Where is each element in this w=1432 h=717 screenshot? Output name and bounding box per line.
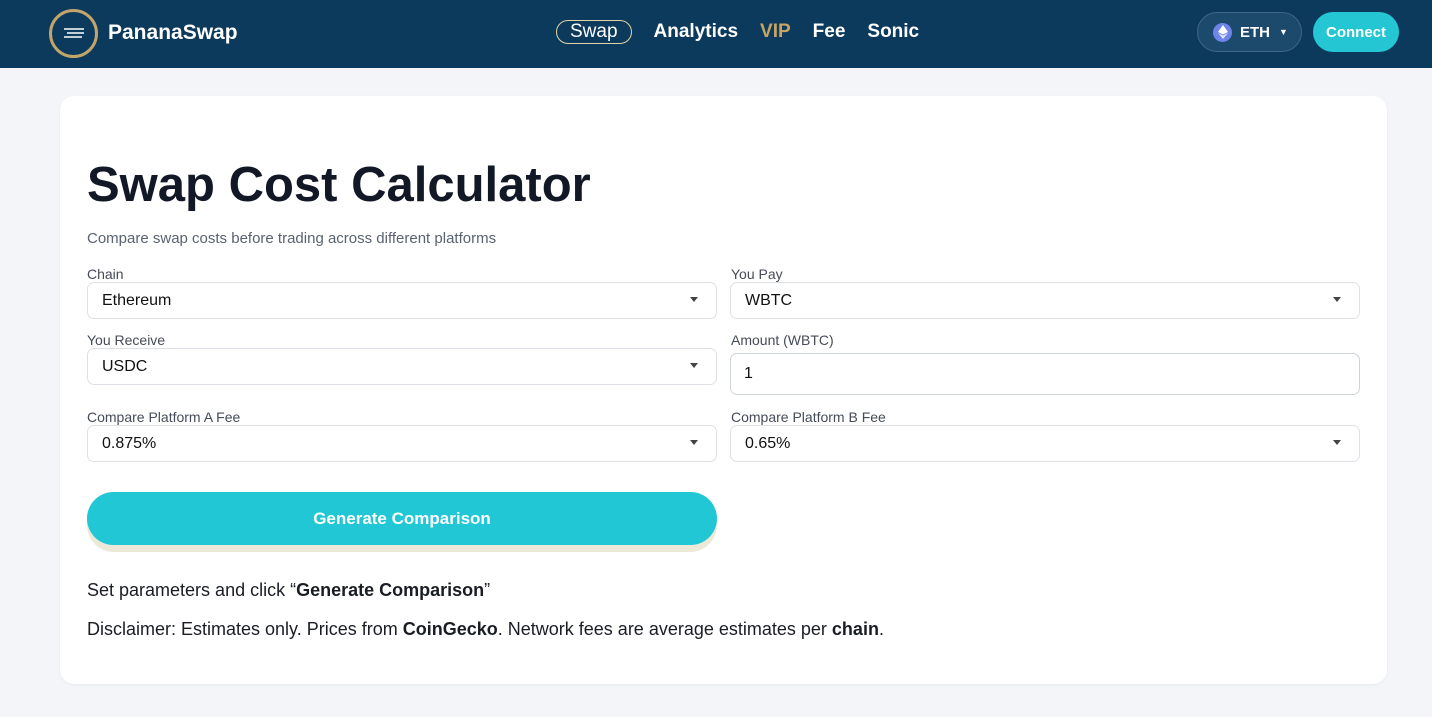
you-receive-select[interactable]: USDC [87, 348, 717, 385]
logo-icon [49, 8, 98, 58]
platform-b-fee-value: 0.65% [745, 434, 791, 452]
generate-comparison-button[interactable]: Generate Comparison [87, 492, 717, 545]
brand-name: PananaSwap [108, 21, 238, 44]
platform-b-fee-select[interactable]: 0.65% [730, 425, 1360, 462]
nav-swap[interactable]: Swap [556, 20, 632, 44]
main-nav: Swap Analytics VIP Fee Sonic [556, 19, 941, 45]
you-pay-label: You Pay [731, 266, 783, 282]
caret-down-icon: ▼ [1279, 27, 1288, 37]
you-pay-select[interactable]: WBTC [730, 282, 1360, 319]
nav-vip[interactable]: VIP [760, 21, 791, 43]
platform-a-fee-label: Compare Platform A Fee [87, 409, 241, 425]
disclaimer-part1: Disclaimer: Estimates only. Prices from [87, 619, 403, 639]
instruction-text: Set parameters and click “Generate Compa… [87, 580, 490, 601]
instruction-prefix: Set parameters and click “ [87, 580, 297, 600]
disclaimer-source: CoinGecko [402, 619, 498, 639]
platform-a-fee-select[interactable]: 0.875% [87, 425, 717, 462]
you-pay-value: WBTC [745, 291, 793, 309]
top-navbar: PananaSwap Swap Analytics VIP Fee Sonic … [0, 0, 1432, 68]
chain-value: Ethereum [102, 291, 172, 309]
chevron-down-icon [690, 363, 698, 368]
page-subtitle: Compare swap costs before trading across… [87, 230, 497, 247]
disclaimer-text: Disclaimer: Estimates only. Prices from … [87, 619, 884, 640]
platform-b-fee-label: Compare Platform B Fee [731, 409, 886, 425]
chain-label: Chain [87, 266, 124, 282]
disclaimer-chain-word: chain [831, 619, 879, 639]
chain-select[interactable]: Ethereum [87, 282, 717, 319]
chevron-down-icon [1333, 297, 1341, 302]
instruction-suffix: ” [484, 580, 491, 600]
brand-logo-link[interactable]: PananaSwap [49, 8, 238, 58]
page-title: Swap Cost Calculator [87, 158, 591, 212]
you-receive-value: USDC [102, 357, 148, 375]
chevron-down-icon [690, 440, 698, 445]
nav-analytics[interactable]: Analytics [654, 21, 738, 43]
amount-label: Amount (WBTC) [731, 332, 834, 348]
amount-input[interactable] [730, 353, 1360, 395]
disclaimer-part3: . [878, 619, 884, 639]
you-receive-label: You Receive [87, 332, 166, 348]
platform-a-fee-value: 0.875% [102, 434, 157, 452]
network-selector[interactable]: ETH ▼ [1197, 12, 1302, 52]
ethereum-icon [1213, 22, 1232, 42]
network-label: ETH [1240, 23, 1270, 41]
connect-wallet-button[interactable]: Connect [1313, 12, 1399, 52]
instruction-emphasis: Generate Comparison [296, 580, 485, 600]
nav-fee[interactable]: Fee [813, 21, 846, 43]
nav-sonic[interactable]: Sonic [867, 21, 919, 43]
chevron-down-icon [690, 297, 698, 302]
chevron-down-icon [1333, 440, 1341, 445]
disclaimer-part2: . Network fees are average estimates per [497, 619, 832, 639]
calculator-card: Swap Cost Calculator Compare swap costs … [60, 96, 1387, 684]
